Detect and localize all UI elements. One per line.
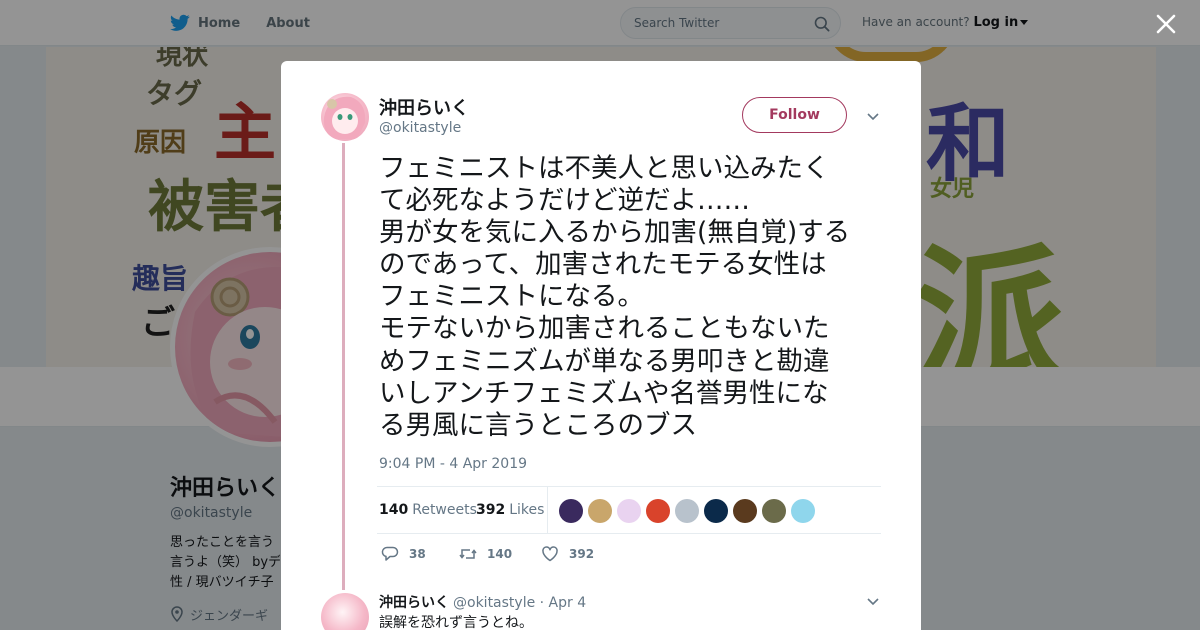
tweet-timestamp[interactable]: 9:04 PM - 4 Apr 2019 [379,456,527,472]
likes-count: 392 [476,502,506,518]
tweet-text-line: フェミニストは不美人と思い込みたく [379,153,830,184]
reply-date[interactable]: · Apr 4 [540,595,586,611]
liker-avatar[interactable] [588,499,612,523]
like-count: 392 [569,547,595,561]
tweet-text-line: のであって、加害されたモテる女性は [379,249,827,281]
reply-text: 誤解を恐れず言うとね。 [379,615,533,630]
retweets-label: Retweets [412,502,477,518]
chevron-down-icon[interactable] [866,594,880,608]
reply-count: 38 [409,547,426,561]
avatar-illustration [323,96,366,139]
likes-stat[interactable]: 392 Likes [476,502,544,518]
tweet-modal: 沖田らいく @okitastyle Follow フェミニストは不美人と思い込み… [281,61,921,630]
reply-author-avatar[interactable] [321,593,369,630]
tweet-text-line: モテないから加害されることもないた [379,313,830,345]
reply-author-name[interactable]: 沖田らいく [379,595,449,611]
tweet-text-line: 男が女を気に入るから加害(無自覚)する [379,217,851,249]
reply-icon [381,546,399,561]
stats-divider [547,487,548,534]
liker-avatar[interactable] [704,499,728,523]
tweet-text: フェミニストは不美人と思い込みたく て必死なようだけど逆だよ…… 男が女を気に入… [379,153,879,442]
reply-action[interactable]: 38 [381,545,426,563]
author-avatar[interactable] [321,93,369,141]
reply-header: 沖田らいく @okitastyle · Apr 4 [379,592,586,612]
close-icon[interactable] [1152,10,1180,38]
author-handle[interactable]: @okitastyle [379,120,461,136]
liker-avatar[interactable] [559,499,583,523]
liker-avatar[interactable] [791,499,815,523]
retweet-icon [459,549,477,559]
heart-icon [542,546,558,562]
likes-label: Likes [509,502,545,518]
liker-avatar[interactable] [646,499,670,523]
retweet-count: 140 [487,547,513,561]
like-action[interactable]: 392 [541,545,594,563]
follow-button[interactable]: Follow [742,97,847,133]
tweet-text-line: いしアンチフェミズムや名誉男性にな [379,377,829,409]
liker-avatar[interactable] [733,499,757,523]
retweets-stat[interactable]: 140 Retweets [379,502,477,518]
liker-avatar[interactable] [675,499,699,523]
chevron-down-icon[interactable] [866,109,880,123]
reply-author-handle[interactable]: @okitastyle [453,595,535,611]
retweet-action[interactable]: 140 [459,545,512,563]
tweet-text-line: て必死なようだけど逆だよ…… [379,185,750,217]
tweet-text-line: めフェミニズムが単なる男叩きと勘違 [379,345,830,377]
tweet-text-line: フェミニストになる。 [379,281,644,313]
liker-avatar[interactable] [617,499,641,523]
tweet-text-line: る男風に言うところのブス [379,409,697,441]
liker-avatar[interactable] [762,499,786,523]
tweet-stats: 140 Retweets 392 Likes [377,486,881,534]
thread-line [342,143,345,590]
author-name[interactable]: 沖田らいく [379,94,469,120]
retweets-count: 140 [379,502,409,518]
